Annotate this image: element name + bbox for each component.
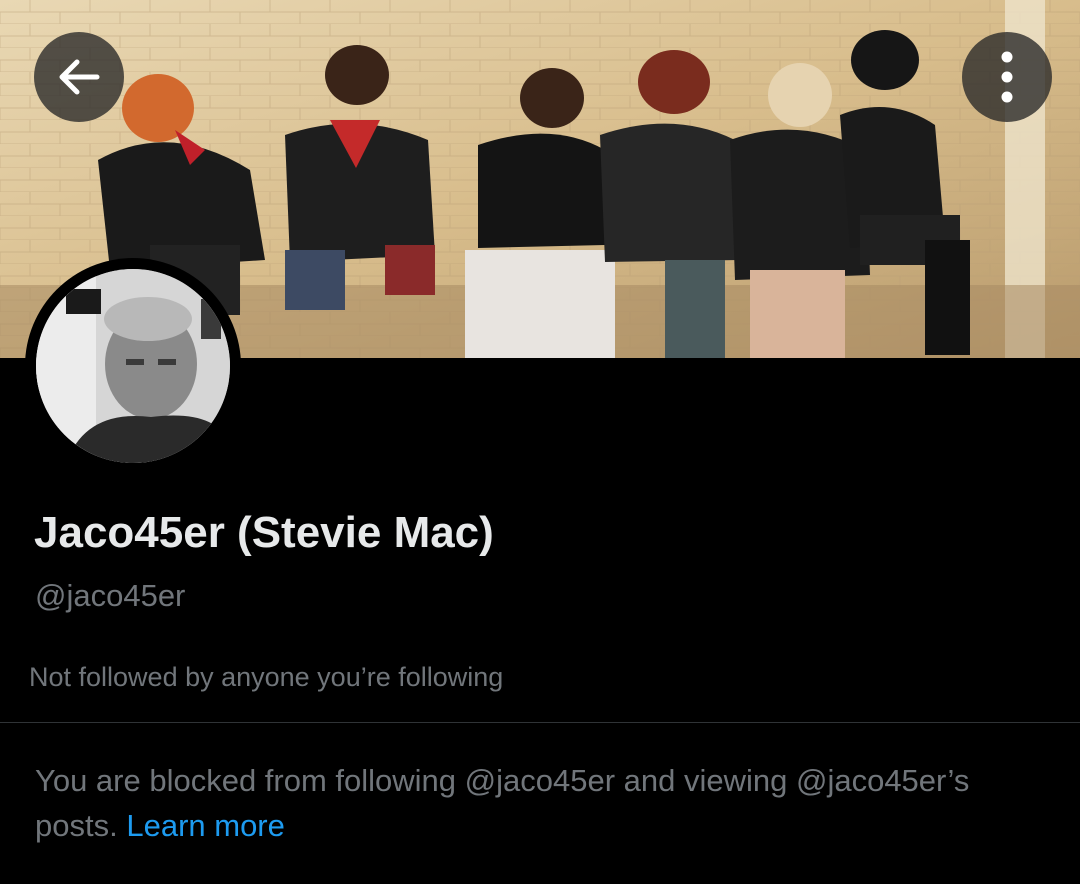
learn-more-link[interactable]: Learn more [126, 808, 285, 843]
divider [0, 722, 1080, 723]
back-button[interactable] [34, 32, 124, 122]
avatar[interactable] [36, 269, 230, 463]
avatar-photo [36, 269, 230, 463]
arrow-left-icon [59, 59, 100, 95]
followed-by-text: Not followed by anyone you’re following [29, 662, 504, 692]
display-name: Jaco45er (Stevie Mac) [34, 508, 494, 557]
more-options-button[interactable] [962, 32, 1052, 122]
blocked-notice: You are blocked from following @jaco45er… [35, 758, 1045, 848]
more-vertical-icon [1001, 51, 1013, 103]
username-handle: @jaco45er [35, 578, 186, 613]
profile-page: Jaco45er (Stevie Mac) @jaco45er Not foll… [0, 0, 1080, 884]
